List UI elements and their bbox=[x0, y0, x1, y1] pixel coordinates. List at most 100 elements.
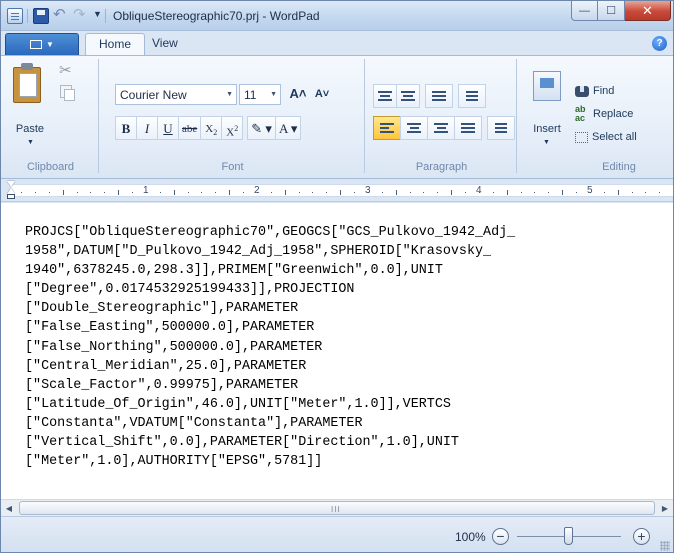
document-line[interactable]: ["Vertical_Shift",0.0],PARAMETER["Direct… bbox=[25, 433, 671, 452]
wordpad-window: ↶ ↷ ▼ ObliqueStereographic70.prj - WordP… bbox=[0, 0, 674, 553]
resize-grip-icon[interactable] bbox=[660, 541, 670, 551]
tab-home[interactable]: Home bbox=[85, 33, 146, 55]
document-line[interactable]: PROJCS["ObliqueStereographic70",GEOGCS["… bbox=[25, 223, 671, 242]
text-color-button[interactable]: A ▾ bbox=[274, 116, 302, 140]
undo-icon[interactable]: ↶ bbox=[53, 6, 66, 24]
ruler-number: 5 bbox=[587, 185, 593, 196]
font-size-dropdown[interactable]: 11 ▼ bbox=[239, 84, 281, 105]
insert-editing-group: Insert ▼ Find ab ac Replace Select all Ed… bbox=[519, 59, 671, 173]
highlight-color-button[interactable]: ✎ ▾ bbox=[247, 116, 276, 140]
underline-button[interactable]: U bbox=[157, 116, 179, 140]
document-line[interactable]: ["False_Northing",500000.0],PARAMETER bbox=[25, 338, 671, 357]
title-bar[interactable]: ↶ ↷ ▼ ObliqueStereographic70.prj - WordP… bbox=[1, 1, 673, 31]
insert-chevron-icon[interactable]: ▼ bbox=[543, 139, 550, 146]
replace-button[interactable]: ab ac Replace bbox=[575, 104, 633, 124]
horizontal-scrollbar[interactable]: ◀ III ▶ bbox=[1, 499, 673, 516]
ruler-tick bbox=[174, 190, 175, 195]
font-group-label: Font bbox=[221, 161, 244, 173]
find-label: Find bbox=[593, 85, 615, 97]
align-center-button[interactable] bbox=[400, 116, 428, 140]
decrease-indent-button[interactable] bbox=[373, 84, 397, 108]
line-spacing-button[interactable] bbox=[458, 84, 486, 108]
font-family-dropdown[interactable]: Courier New ▼ bbox=[115, 84, 237, 105]
document-line[interactable]: 1940",6378245.0,298.3]],PRIMEM["Greenwic… bbox=[25, 261, 671, 280]
increase-indent-button[interactable] bbox=[396, 84, 420, 108]
ruler-tick bbox=[507, 190, 508, 195]
insert-button[interactable]: Insert bbox=[523, 123, 571, 135]
paste-button[interactable]: Paste bbox=[7, 123, 53, 135]
subscript-mark: 2 bbox=[213, 128, 218, 138]
ruler-dot bbox=[188, 192, 189, 193]
close-button[interactable]: ✕ bbox=[625, 1, 671, 21]
ruler-dot bbox=[604, 192, 605, 193]
help-icon[interactable]: ? bbox=[652, 36, 667, 51]
ruler-dot bbox=[21, 192, 22, 193]
document-line[interactable]: ["Degree",0.0174532925199433]],PROJECTIO… bbox=[25, 280, 671, 299]
first-line-indent-marker[interactable] bbox=[7, 181, 15, 187]
scroll-right-arrow-icon[interactable]: ▶ bbox=[657, 501, 673, 516]
grow-font-button[interactable]: A˄ bbox=[287, 84, 309, 105]
document-line[interactable]: ["Double_Stereographic"],PARAMETER bbox=[25, 299, 671, 318]
clipboard-sheet bbox=[19, 73, 37, 97]
justify-button[interactable] bbox=[454, 116, 482, 140]
subscript-button[interactable]: X2 bbox=[200, 116, 223, 140]
scroll-left-arrow-icon[interactable]: ◀ bbox=[1, 501, 17, 516]
italic-button[interactable]: I bbox=[136, 116, 158, 140]
replace-icon: ab ac bbox=[575, 104, 586, 123]
file-menu-button[interactable]: ▼ bbox=[5, 33, 79, 55]
zoom-out-button[interactable]: − bbox=[492, 528, 509, 545]
scrollbar-thumb[interactable]: III bbox=[19, 501, 655, 515]
align-right-button[interactable] bbox=[427, 116, 455, 140]
document-text[interactable]: PROJCS["ObliqueStereographic70",GEOGCS["… bbox=[25, 223, 671, 471]
ruler[interactable]: 1 2 3 4 5 bbox=[1, 180, 673, 202]
superscript-button[interactable]: X2 bbox=[221, 116, 244, 140]
bullets-button[interactable] bbox=[425, 84, 453, 108]
paste-options-chevron-icon[interactable]: ▼ bbox=[27, 139, 34, 146]
font-group: Courier New ▼ 11 ▼ A˄ A˅ B I U abe X2 X2… bbox=[101, 59, 365, 173]
insert-picture-icon[interactable] bbox=[533, 71, 561, 101]
document-line[interactable]: ["Latitude_Of_Origin",46.0],UNIT["Meter"… bbox=[25, 395, 671, 414]
select-all-button[interactable]: Select all bbox=[575, 127, 637, 147]
document-line[interactable]: 1958",DATUM["D_Pulkovo_1942_Adj_1958",SP… bbox=[25, 242, 671, 261]
zoom-slider-thumb[interactable] bbox=[564, 527, 573, 545]
scrollbar-grip-icon: III bbox=[331, 505, 341, 514]
save-icon[interactable] bbox=[33, 8, 49, 24]
indent-marker[interactable] bbox=[7, 181, 16, 201]
document-line[interactable]: ["Meter",1.0],AUTHORITY["EPSG",5781]] bbox=[25, 452, 671, 471]
minimize-button[interactable]: — bbox=[571, 1, 598, 21]
ruler-dot bbox=[271, 192, 272, 193]
quick-access-separator bbox=[27, 9, 28, 23]
strikethrough-button[interactable]: abe bbox=[178, 116, 202, 140]
clipboard-clip bbox=[21, 63, 33, 70]
bold-button[interactable]: B bbox=[115, 116, 137, 140]
font-size-value: 11 bbox=[244, 88, 257, 102]
copy-icon[interactable] bbox=[60, 85, 75, 101]
binoculars-icon bbox=[575, 85, 589, 97]
document-line[interactable]: ["False_Easting",500000.0],PARAMETER bbox=[25, 318, 671, 337]
document-line[interactable]: ["Central_Meridian",25.0],PARAMETER bbox=[25, 357, 671, 376]
maximize-button[interactable]: ☐ bbox=[598, 1, 625, 21]
cut-icon[interactable]: ✂ bbox=[59, 61, 72, 79]
find-button[interactable]: Find bbox=[575, 81, 614, 101]
zoom-in-button[interactable]: + bbox=[633, 528, 650, 545]
quick-access-separator-2 bbox=[105, 9, 106, 23]
ruler-dot bbox=[465, 192, 466, 193]
align-left-button[interactable] bbox=[373, 116, 401, 140]
ruler-number: 3 bbox=[365, 185, 371, 196]
wordpad-app-icon[interactable] bbox=[7, 8, 23, 24]
redo-icon[interactable]: ↷ bbox=[73, 6, 86, 24]
ruler-tick bbox=[451, 190, 452, 195]
ruler-dot bbox=[382, 192, 383, 193]
shrink-font-button[interactable]: A˅ bbox=[311, 84, 333, 105]
ruler-dot bbox=[521, 192, 522, 193]
ruler-tick bbox=[63, 190, 64, 195]
customize-quick-access-icon[interactable]: ▼ bbox=[93, 9, 102, 19]
tab-view[interactable]: View bbox=[139, 33, 191, 55]
document-line[interactable]: ["Constanta",VDATUM["Constanta"],PARAMET… bbox=[25, 414, 671, 433]
paste-icon[interactable] bbox=[13, 63, 47, 107]
paragraph-settings-button[interactable] bbox=[487, 116, 515, 140]
ruler-number: 4 bbox=[476, 185, 482, 196]
left-indent-marker[interactable] bbox=[7, 194, 15, 199]
document-area[interactable]: PROJCS["ObliqueStereographic70",GEOGCS["… bbox=[1, 203, 673, 499]
document-line[interactable]: ["Scale_Factor",0.99975],PARAMETER bbox=[25, 376, 671, 395]
